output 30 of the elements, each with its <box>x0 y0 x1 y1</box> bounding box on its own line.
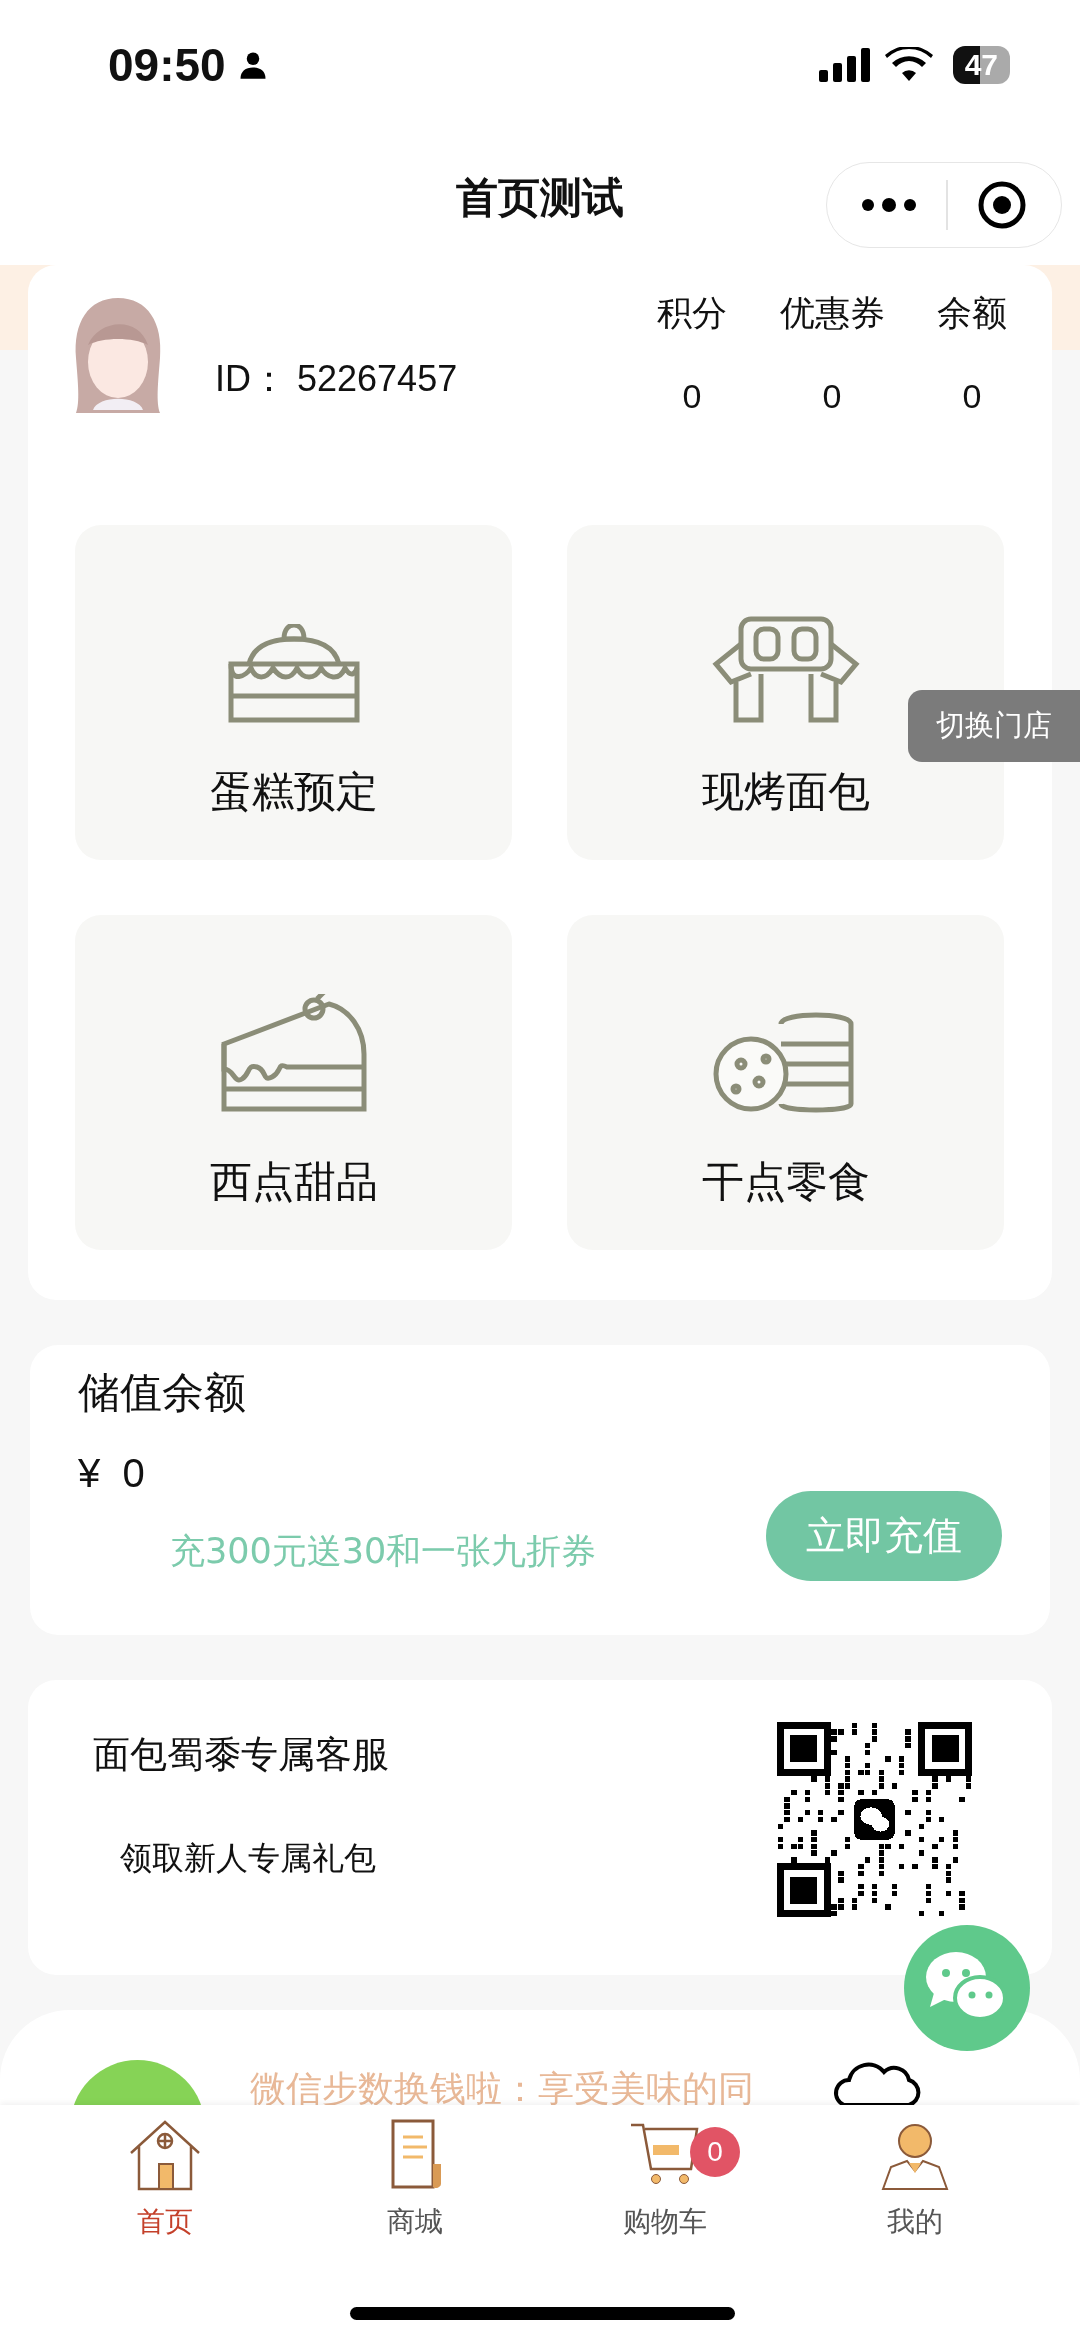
tab[interactable]: 我的 <box>790 2105 1040 2341</box>
more-icon[interactable] <box>861 197 918 213</box>
service-title: 面包蜀黍专属客服 <box>93 1732 390 1778</box>
user-id: ID： 52267457 <box>215 357 458 401</box>
promo-text: 充300元送30和一张九折券 <box>170 1529 597 1573</box>
category-tile[interactable]: 蛋糕预定 <box>75 525 512 860</box>
category-label: 蛋糕预定 <box>209 766 378 818</box>
cart-count-badge: 0 <box>690 2127 740 2177</box>
category-tile[interactable]: 西点甜品 <box>75 915 512 1250</box>
balance-title: 储值余额 <box>78 1367 247 1419</box>
switch-store-button[interactable]: 切换门店 <box>908 690 1080 762</box>
page-title: 首页测试 <box>456 171 624 224</box>
stat-label: 余额 <box>937 292 1007 335</box>
stat-value: 0 <box>682 377 702 416</box>
category-label: 干点零食 <box>701 1156 870 1208</box>
stat-value: 0 <box>822 377 842 416</box>
house-icon <box>129 2119 201 2191</box>
category-tile[interactable]: 干点零食 <box>567 915 1004 1250</box>
wifi-icon <box>884 47 933 83</box>
balance-amount: ¥ 0 <box>78 1451 146 1496</box>
stat-label: 积分 <box>657 292 727 335</box>
service-subtitle: 领取新人专属礼包 <box>120 1838 377 1879</box>
category-label: 现烤面包 <box>701 766 870 818</box>
clock: 09:50 <box>108 38 226 92</box>
close-icon[interactable] <box>976 180 1027 230</box>
stat-label: 优惠券 <box>779 292 885 335</box>
signal-icon <box>818 48 873 82</box>
category-label: 西点甜品 <box>209 1156 378 1208</box>
stat-value: 0 <box>962 377 982 416</box>
bread-board-icon <box>710 614 861 724</box>
